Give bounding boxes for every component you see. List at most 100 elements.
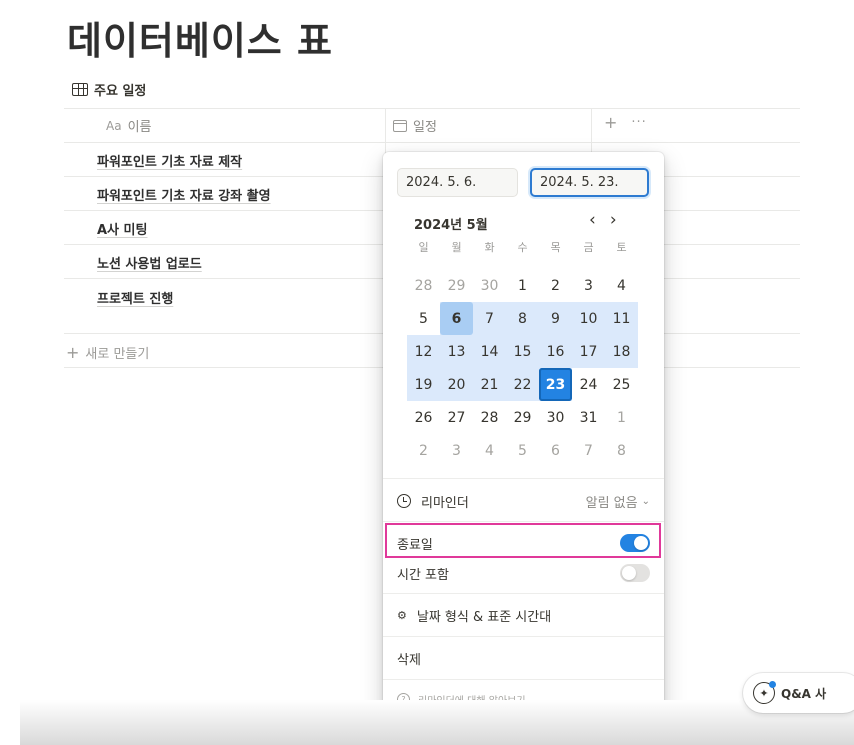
calendar-day[interactable]: 2 (407, 434, 440, 467)
calendar-day[interactable]: 28 (407, 269, 440, 302)
calendar-day[interactable]: 15 (506, 335, 539, 368)
calendar-day[interactable]: 22 (506, 368, 539, 401)
text-property-icon: Aa (106, 118, 122, 133)
next-month-icon[interactable]: › (610, 210, 617, 230)
include-time-toggle[interactable] (620, 564, 650, 582)
calendar-day[interactable]: 1 (605, 401, 638, 434)
month-navigation: ‹ › (589, 210, 617, 230)
table-top-border (64, 108, 800, 109)
divider (383, 593, 664, 594)
include-time-row[interactable]: 시간 포함 (397, 562, 650, 584)
more-options-button[interactable]: ··· (631, 115, 646, 130)
weekday-label: 화 (484, 241, 495, 254)
calendar-day[interactable]: 14 (473, 335, 506, 368)
column-header-name[interactable]: Aa 이름 (106, 116, 152, 136)
page-title: 데이터베이스 표 (67, 19, 333, 63)
weekday-label: 토 (616, 241, 627, 254)
start-date-input[interactable]: 2024. 5. 6. (397, 168, 518, 197)
calendar-day[interactable]: 8 (506, 302, 539, 335)
column-actions: + ··· (604, 113, 647, 132)
plus-icon: + (66, 343, 80, 362)
calendar-day[interactable]: 31 (572, 401, 605, 434)
table-row[interactable]: 프로젝트 진행 (97, 288, 173, 307)
sparkle-icon: ✦ (753, 681, 776, 704)
calendar-day[interactable]: 4 (473, 434, 506, 467)
table-row[interactable]: A사 미팅 (97, 219, 147, 238)
calendar-day[interactable]: 27 (440, 401, 473, 434)
calendar-day[interactable]: 13 (440, 335, 473, 368)
calendar-day[interactable]: 19 (407, 368, 440, 401)
calendar-day[interactable]: 18 (605, 335, 638, 368)
include-time-label: 시간 포함 (397, 567, 449, 583)
new-row-label: 새로 만들기 (85, 347, 150, 362)
qa-assistant-button[interactable]: ✦ Q&A 사 (743, 673, 854, 713)
calendar-day[interactable]: 7 (572, 434, 605, 467)
notification-dot (769, 681, 776, 688)
month-label: 2024년 5월 (414, 218, 488, 233)
calendar-day[interactable]: 1 (506, 269, 539, 302)
view-tab-main-schedule[interactable]: 주요 일정 (72, 80, 146, 99)
calendar-day[interactable]: 20 (440, 368, 473, 401)
weekday-label: 일 (418, 241, 429, 254)
calendar-day[interactable]: 6 (440, 302, 473, 335)
end-date-input[interactable]: 2024. 5. 23. (530, 168, 649, 197)
calendar-day[interactable]: 2 (539, 269, 572, 302)
toggle-knob (622, 566, 636, 580)
calendar-day[interactable]: 4 (605, 269, 638, 302)
column-header-date[interactable]: 일정 (393, 116, 437, 135)
new-row-button[interactable]: + 새로 만들기 (66, 343, 149, 362)
calendar-day[interactable]: 21 (473, 368, 506, 401)
calendar-day[interactable]: 28 (473, 401, 506, 434)
bottom-shadow (20, 700, 854, 745)
chevron-down-icon: ⌄ (641, 495, 650, 507)
calendar-icon (393, 119, 407, 132)
calendar-day[interactable]: 5 (506, 434, 539, 467)
calendar-day[interactable]: 29 (440, 269, 473, 302)
calendar-day[interactable]: 26 (407, 401, 440, 434)
qa-label: Q&A 사 (781, 686, 827, 701)
weekday-label: 월 (451, 241, 462, 254)
calendar-day[interactable]: 5 (407, 302, 440, 335)
calendar-day[interactable]: 24 (572, 368, 605, 401)
view-tab-label: 주요 일정 (94, 84, 147, 99)
calendar-day[interactable]: 29 (506, 401, 539, 434)
date-format-label: 날짜 형식 & 표준 시간대 (416, 609, 552, 625)
calendar-day[interactable]: 6 (539, 434, 572, 467)
table-icon (72, 83, 88, 96)
divider (383, 679, 664, 680)
calendar-day[interactable]: 25 (605, 368, 638, 401)
delete-row[interactable]: 삭제 (397, 647, 650, 669)
header-bottom-border (64, 142, 800, 143)
date-format-timezone-row[interactable]: ⚙ 날짜 형식 & 표준 시간대 (397, 604, 650, 626)
calendar-day[interactable]: 7 (473, 302, 506, 335)
calendar-day[interactable]: 17 (572, 335, 605, 368)
calendar-day[interactable]: 8 (605, 434, 638, 467)
weekday-label: 금 (583, 241, 594, 254)
table-row[interactable]: 파워포인트 기초 자료 강좌 촬영 (97, 185, 271, 204)
divider (383, 478, 664, 479)
calendar-day[interactable]: 11 (605, 302, 638, 335)
table-row[interactable]: 파워포인트 기초 자료 제작 (97, 151, 242, 170)
divider (383, 636, 664, 637)
calendar-day[interactable]: 16 (539, 335, 572, 368)
calendar-day[interactable]: 9 (539, 302, 572, 335)
gear-icon: ⚙ (397, 608, 407, 622)
alarm-clock-icon (397, 494, 411, 508)
prev-month-icon[interactable]: ‹ (589, 210, 596, 230)
calendar-day[interactable]: 23 (539, 368, 572, 401)
table-row[interactable]: 노션 사용법 업로드 (97, 253, 202, 272)
weekday-label: 수 (517, 241, 528, 254)
calendar-day[interactable]: 30 (473, 269, 506, 302)
divider (383, 521, 664, 522)
calendar-day[interactable]: 3 (440, 434, 473, 467)
calendar-day[interactable]: 3 (572, 269, 605, 302)
annotation-highlight-box (385, 523, 661, 558)
calendar-day[interactable]: 30 (539, 401, 572, 434)
calendar-day[interactable]: 12 (407, 335, 440, 368)
reminder-value[interactable]: 알림 없음 (586, 492, 638, 511)
column-header-date-label: 일정 (413, 120, 437, 135)
calendar-day[interactable]: 10 (572, 302, 605, 335)
add-column-button[interactable]: + (604, 113, 617, 132)
column-header-name-label: 이름 (127, 120, 152, 135)
reminder-row[interactable]: 리마인더 알림 없음 ⌄ (397, 490, 650, 512)
